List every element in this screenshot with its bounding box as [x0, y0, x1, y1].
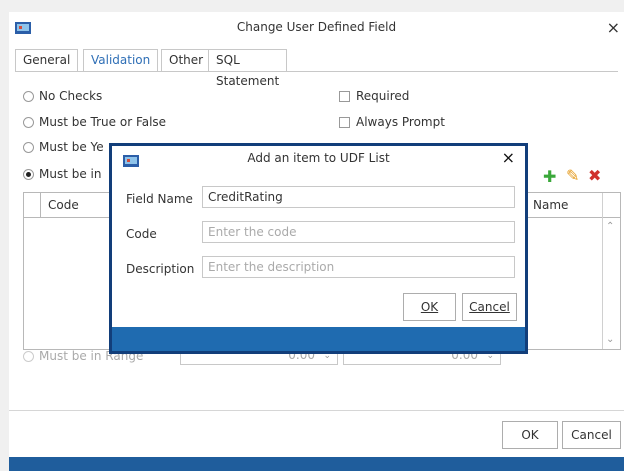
window-title: Change User Defined Field: [236, 20, 397, 34]
radio-label: Must be Ye: [39, 140, 104, 154]
radio-indicator: [23, 90, 34, 102]
code-label: Code: [126, 227, 157, 241]
tab-sql-statement[interactable]: SQL Statement: [208, 49, 288, 88]
checkbox-label: Required: [356, 89, 410, 103]
edit-item-icon[interactable]: ✎: [566, 166, 579, 185]
footer-divider: [9, 410, 624, 411]
radio-must-be-yes[interactable]: Must be Ye: [23, 140, 104, 154]
radio-label: Must be in: [39, 167, 102, 181]
title-bar: Change User Defined Field ×: [9, 12, 624, 44]
description-label: Description: [126, 262, 195, 276]
scroll-down-icon[interactable]: ⌄: [606, 334, 614, 345]
tab-general[interactable]: General: [15, 49, 79, 71]
radio-indicator: [23, 350, 34, 362]
radio-indicator-selected: [23, 168, 34, 180]
radio-label: No Checks: [39, 89, 103, 103]
radio-indicator: [23, 116, 34, 128]
code-input[interactable]: [202, 221, 515, 243]
field-name-input[interactable]: [202, 186, 515, 208]
scroll-up-icon[interactable]: ⌃: [606, 221, 614, 232]
grid-scrollbar[interactable]: ⌃ ⌄: [602, 193, 620, 349]
field-name-label: Field Name: [126, 192, 193, 206]
dialog-cancel-button[interactable]: Cancel: [462, 293, 517, 321]
checkbox-label: Always Prompt: [356, 115, 445, 129]
tab-validation[interactable]: Validation: [83, 49, 159, 71]
checkbox-box: [339, 90, 350, 102]
radio-indicator: [23, 141, 34, 153]
dialog-close-icon[interactable]: ×: [502, 148, 515, 167]
status-bar: [9, 457, 624, 471]
tab-divider: [15, 71, 618, 72]
tab-other[interactable]: Other: [161, 49, 212, 71]
description-input[interactable]: [202, 256, 515, 278]
grid-column-divider: [40, 193, 41, 217]
dialog-status-strip: [112, 327, 525, 351]
column-header-code[interactable]: Code: [48, 198, 79, 212]
required-checkbox[interactable]: Required: [339, 89, 409, 103]
dialog-title: Add an item to UDF List: [247, 151, 390, 165]
radio-true-false[interactable]: Must be True or False: [23, 115, 166, 129]
ok-button[interactable]: OK: [502, 421, 558, 449]
delete-item-icon[interactable]: ✖: [588, 166, 601, 185]
always-prompt-checkbox[interactable]: Always Prompt: [339, 115, 445, 129]
dialog-cancel-label: Cancel: [469, 300, 510, 314]
cancel-button[interactable]: Cancel: [562, 421, 621, 449]
radio-no-checks[interactable]: No Checks: [23, 89, 102, 103]
add-udf-item-dialog: Add an item to UDF List × Field Name Cod…: [109, 143, 528, 354]
window-close-icon[interactable]: ×: [607, 18, 620, 37]
add-item-icon[interactable]: ✚: [543, 167, 556, 186]
dialog-ok-button[interactable]: OK: [403, 293, 456, 321]
column-header-name[interactable]: Name: [533, 198, 568, 212]
dialog-ok-label: OK: [420, 300, 439, 314]
radio-label: Must be True or False: [39, 115, 167, 129]
checkbox-box: [339, 116, 350, 128]
radio-must-be-in-list[interactable]: Must be in: [23, 167, 101, 181]
